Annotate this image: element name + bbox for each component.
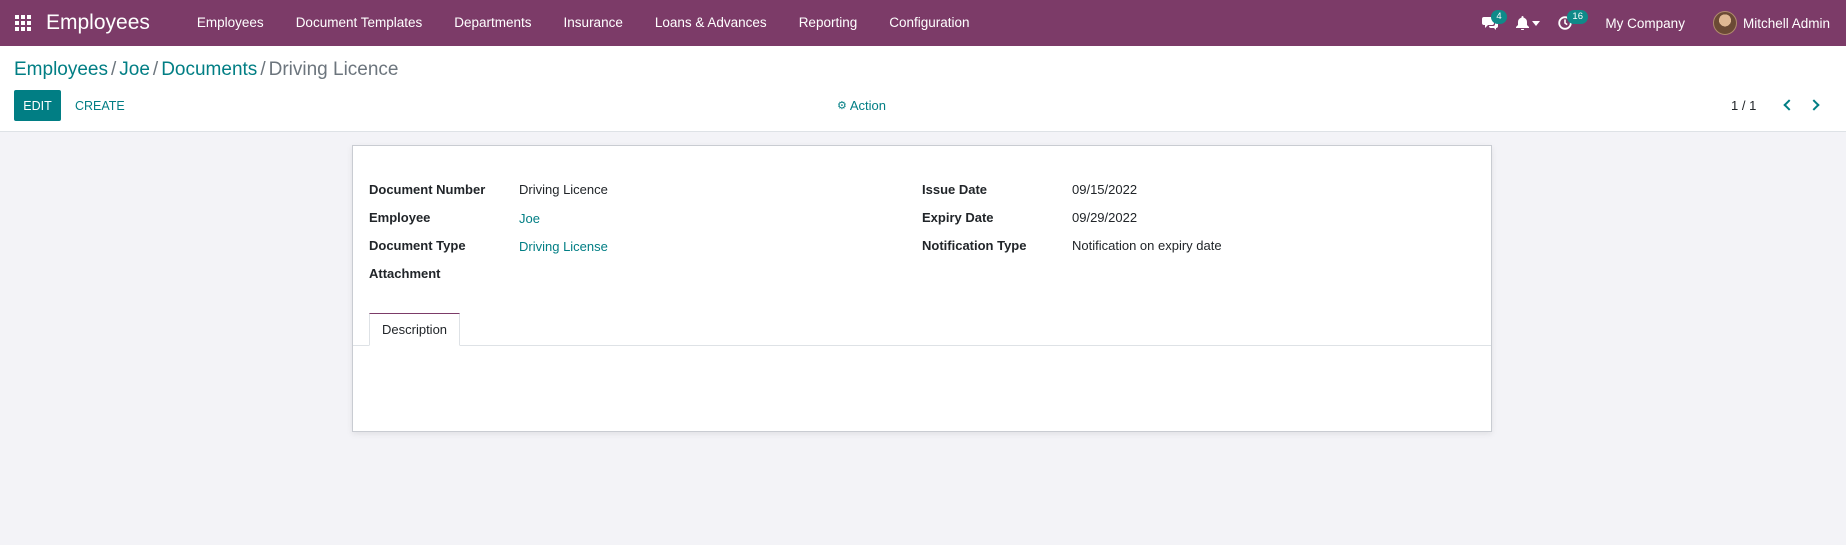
- company-switcher[interactable]: My Company: [1581, 16, 1713, 31]
- app-title[interactable]: Employees: [46, 11, 150, 35]
- menu-loans-advances[interactable]: Loans & Advances: [639, 0, 783, 46]
- document-number-value: Driving Licence: [519, 182, 608, 197]
- breadcrumb-separator: /: [260, 59, 266, 80]
- user-name: Mitchell Admin: [1742, 15, 1830, 31]
- breadcrumb-employees[interactable]: Employees: [14, 59, 108, 80]
- pager-value[interactable]: 1 / 1: [1731, 98, 1756, 113]
- messages-badge: 4: [1491, 10, 1507, 24]
- notification-type-value: Notification on expiry date: [1072, 238, 1222, 253]
- chevron-left-icon: [1782, 99, 1795, 111]
- user-menu[interactable]: Mitchell Admin: [1712, 11, 1846, 35]
- document-type-link[interactable]: Driving License: [519, 239, 608, 254]
- employee-link[interactable]: Joe: [519, 211, 540, 226]
- caret-down-icon: [1532, 20, 1541, 26]
- pager-previous-button[interactable]: [1776, 93, 1798, 117]
- pager-next-button[interactable]: [1804, 93, 1826, 117]
- tab-description[interactable]: Description: [369, 313, 461, 346]
- control-panel: Employees / Joe / Documents / Driving Licence …: [0, 46, 1846, 132]
- breadcrumb-separator: /: [111, 59, 117, 80]
- menu-document-templates[interactable]: Document Templates: [280, 0, 439, 46]
- menu-reporting[interactable]: Reporting: [783, 0, 874, 46]
- activities-badge: 16: [1567, 10, 1588, 24]
- breadcrumb-joe[interactable]: Joe: [119, 59, 150, 80]
- menu-insurance[interactable]: Insurance: [548, 0, 639, 46]
- action-menu-button[interactable]: ⚙ Action: [837, 98, 886, 113]
- menu-departments[interactable]: Departments: [438, 0, 547, 46]
- employee-label: Employee: [369, 210, 431, 225]
- systray: 4 16 My Company Mitchell Admin: [1473, 0, 1846, 46]
- tabs-divider: [353, 345, 1491, 346]
- notifications-button[interactable]: [1507, 0, 1549, 46]
- breadcrumb: Employees / Joe / Documents / Driving Licence: [14, 59, 399, 81]
- apps-menu-icon[interactable]: [0, 0, 46, 46]
- form-sheet: Document Number Driving Licence Employee…: [352, 145, 1492, 432]
- expiry-date-value: 09/29/2022: [1072, 210, 1138, 225]
- edit-button[interactable]: EDIT: [14, 90, 61, 121]
- gear-icon: ⚙: [837, 100, 847, 112]
- menu-configuration[interactable]: Configuration: [873, 0, 985, 46]
- expiry-date-label: Expiry Date: [922, 210, 994, 225]
- bell-icon: [1516, 16, 1530, 30]
- top-navbar: Employees Employees Document Templates D…: [0, 0, 1846, 46]
- breadcrumb-current: Driving Licence: [268, 59, 399, 80]
- menu-employees[interactable]: Employees: [181, 0, 280, 46]
- activities-button[interactable]: 16: [1549, 0, 1588, 46]
- document-number-label: Document Number: [369, 182, 486, 197]
- notification-type-label: Notification Type: [922, 238, 1027, 253]
- messages-button[interactable]: 4: [1473, 0, 1507, 46]
- issue-date-label: Issue Date: [922, 182, 988, 197]
- chevron-right-icon: [1807, 99, 1820, 111]
- create-button[interactable]: CREATE: [63, 90, 137, 121]
- issue-date-value: 09/15/2022: [1072, 182, 1138, 197]
- document-type-label: Document Type: [369, 238, 466, 253]
- action-label: Action: [849, 98, 887, 113]
- avatar: [1712, 11, 1737, 35]
- breadcrumb-documents[interactable]: Documents: [161, 59, 257, 80]
- breadcrumb-separator: /: [152, 59, 159, 80]
- attachment-label: Attachment: [369, 266, 441, 281]
